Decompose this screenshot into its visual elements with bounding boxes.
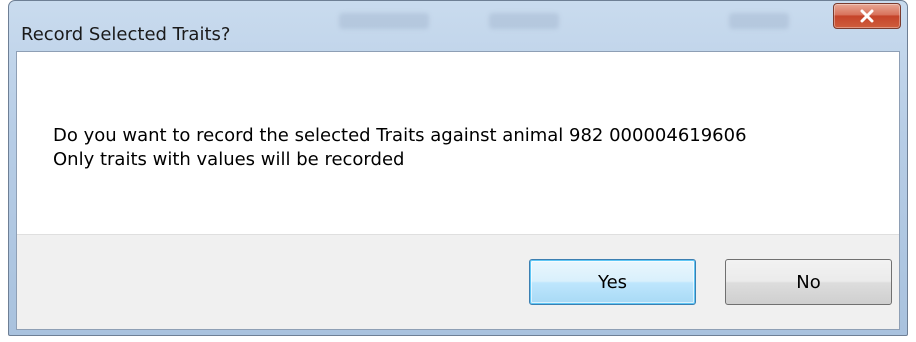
button-bar: Yes No — [17, 234, 899, 329]
close-button[interactable] — [833, 3, 901, 29]
title-bar[interactable]: Record Selected Traits? — [9, 1, 907, 45]
dialog-client-area: Do you want to record the selected Trait… — [16, 51, 900, 330]
background-ghost — [339, 13, 429, 29]
no-button[interactable]: No — [725, 259, 892, 305]
message-line-2: Only traits with values will be recorded — [53, 149, 405, 170]
message-text: Do you want to record the selected Trait… — [53, 124, 747, 172]
dialog-window: Record Selected Traits? Do you want to r… — [8, 0, 908, 336]
message-line-1: Do you want to record the selected Trait… — [53, 125, 747, 146]
background-ghost — [729, 13, 789, 29]
close-icon — [860, 9, 874, 23]
dialog-title: Record Selected Traits? — [21, 24, 231, 45]
background-ghost — [489, 13, 559, 29]
yes-button[interactable]: Yes — [529, 259, 696, 305]
message-area: Do you want to record the selected Trait… — [17, 52, 899, 234]
